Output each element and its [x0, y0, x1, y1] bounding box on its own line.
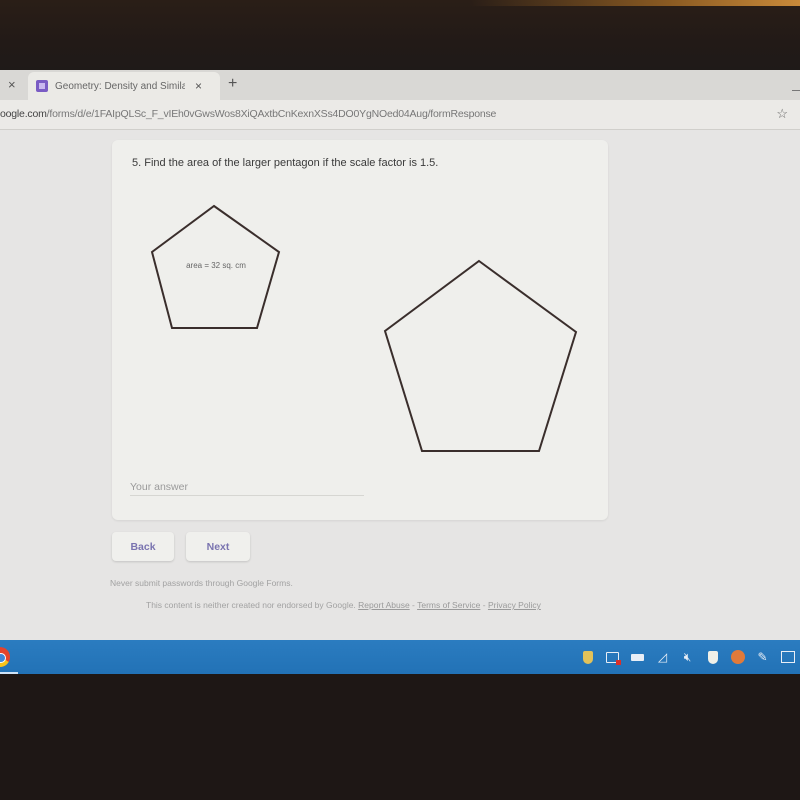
remote-display-icon[interactable] [600, 640, 625, 674]
tab-title: Geometry: Density and Similarity [55, 80, 185, 92]
previous-tab-close-icon[interactable]: × [8, 77, 16, 92]
privacy-policy-link[interactable]: Privacy Policy [488, 600, 541, 610]
pentagon-figure: area = 32 sq. cm [150, 204, 578, 452]
security-shield-icon[interactable] [575, 640, 600, 674]
large-pentagon [383, 259, 578, 452]
terms-of-service-link[interactable]: Terms of Service [417, 600, 480, 610]
monitor-bezel-top [0, 0, 800, 70]
next-button[interactable]: Next [186, 532, 250, 561]
battery-icon[interactable] [625, 640, 650, 674]
tab-strip: × Geometry: Density and Similarity × + [0, 70, 800, 100]
separator: - [480, 600, 488, 610]
screen: × Geometry: Density and Similarity × + o… [0, 70, 800, 674]
antivirus-icon[interactable] [725, 640, 750, 674]
password-warning: Never submit passwords through Google Fo… [110, 578, 293, 588]
question-text: 5. Find the area of the larger pentagon … [132, 157, 439, 169]
legal-footer: This content is neither created nor endo… [146, 600, 541, 610]
form-page: area = 32 sq. cm 5. Find the area of the… [0, 130, 800, 640]
address-bar[interactable]: oogle.com/forms/d/e/1FAIpQLSc_F_vIEh0vGw… [0, 100, 800, 130]
tab-close-icon[interactable]: × [195, 79, 202, 93]
wifi-icon[interactable]: ◿ [650, 640, 675, 674]
answer-input[interactable] [130, 478, 364, 496]
volume-muted-icon[interactable]: 🔇︎ [675, 640, 700, 674]
url-domain: oogle.com [0, 108, 47, 120]
pen-icon[interactable]: ✎ [750, 640, 775, 674]
new-tab-button[interactable]: + [228, 75, 237, 93]
chrome-taskbar-icon[interactable] [0, 647, 10, 667]
legal-text: This content is neither created nor endo… [146, 600, 356, 610]
window-minimize-icon[interactable] [792, 90, 800, 91]
question-card: area = 32 sq. cm 5. Find the area of the… [112, 140, 608, 520]
separator: - [409, 600, 418, 610]
small-pentagon-area-label: area = 32 sq. cm [186, 261, 246, 270]
notifications-icon[interactable] [775, 640, 800, 674]
defender-icon[interactable] [700, 640, 725, 674]
url-path: /forms/d/e/1FAIpQLSc_F_vIEh0vGwsWos8XiQA… [46, 108, 497, 120]
monitor-bezel-bottom [0, 674, 800, 800]
url-text[interactable]: oogle.com/forms/d/e/1FAIpQLSc_F_vIEh0vGw… [0, 108, 496, 120]
bookmark-star-icon[interactable]: ☆ [776, 106, 788, 122]
google-forms-favicon-icon [36, 80, 48, 92]
report-abuse-link[interactable]: Report Abuse [358, 600, 410, 610]
system-tray: ◿ 🔇︎ ✎ [575, 640, 800, 674]
tab-geometry-form[interactable]: Geometry: Density and Similarity × [28, 72, 220, 100]
windows-taskbar: ◿ 🔇︎ ✎ [0, 640, 800, 674]
back-button[interactable]: Back [112, 532, 174, 561]
